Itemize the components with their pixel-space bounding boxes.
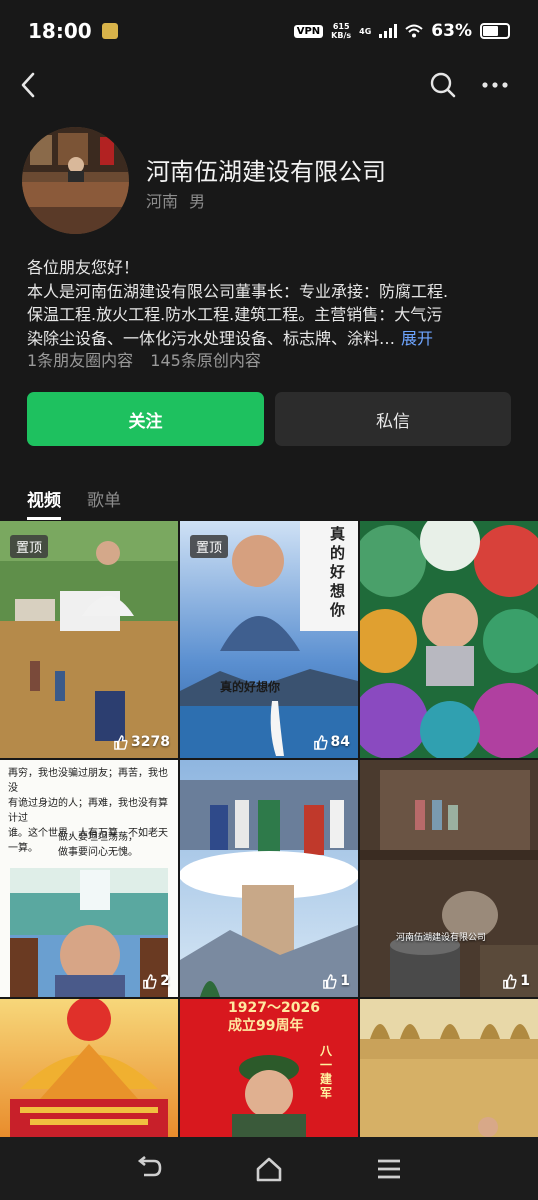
like-count: 1 — [322, 973, 350, 989]
pinned-badge: 置顶 — [190, 535, 229, 558]
video-image — [360, 999, 538, 1141]
like-icon — [503, 973, 517, 989]
video-thumbnail[interactable]: 河南伍湖建设有限公司 1 — [360, 760, 538, 997]
profile-name: 河南伍湖建设有限公司 — [146, 158, 386, 186]
slogan-text: 八一建军 — [320, 1044, 333, 1100]
home-icon[interactable] — [255, 1156, 283, 1182]
video-image — [180, 760, 358, 997]
video-thumbnail[interactable] — [0, 999, 178, 1141]
original-count: 145条原创内容 — [150, 351, 261, 370]
video-image — [360, 521, 538, 758]
bio-line: 保温工程.放火工程.防水工程.建筑工程。主营销售：大气污 — [27, 305, 443, 324]
back-icon[interactable] — [14, 68, 44, 102]
system-nav-bar — [0, 1137, 538, 1200]
profile-gender: 男 — [189, 192, 206, 211]
like-count-value: 1 — [520, 973, 530, 989]
back-nav-icon[interactable] — [136, 1156, 164, 1182]
motto-line: 做人要坦坦荡荡， — [58, 832, 138, 843]
signal-icon — [379, 24, 398, 38]
profile-stats: 1条朋友圈内容 145条原创内容 — [27, 347, 261, 371]
vpn-badge: VPN — [293, 24, 324, 38]
video-image — [360, 760, 538, 997]
status-bar: 18:00 VPN 615 KB/s 4G 63% — [0, 0, 538, 62]
quote-line: 再穷，我也没骗过朋友；再苦，我也没 — [8, 768, 168, 794]
motto-line: 做事要问心无愧。 — [58, 847, 138, 858]
top-nav — [0, 62, 538, 108]
video-caption: 真的好想你 — [330, 525, 346, 619]
like-icon — [313, 734, 328, 750]
tab-playlists[interactable]: 歌单 — [87, 486, 121, 520]
content-tabs: 视频 歌单 — [27, 486, 121, 520]
motto-text: 做人要坦坦荡荡， 做事要问心无愧。 — [58, 830, 138, 860]
quote-line: 有诡过身边的人；再难，我也没有算计过 — [8, 798, 168, 824]
video-thumbnail[interactable] — [360, 999, 538, 1141]
like-count-value: 3278 — [131, 734, 170, 750]
message-button[interactable]: 私信 — [275, 392, 511, 446]
like-count-value: 1 — [340, 973, 350, 989]
battery-percent: 63% — [431, 21, 472, 41]
video-thumbnail[interactable]: 真的好想你 真的好想你 置顶 84 — [180, 521, 358, 758]
video-grid: 置顶 3278 真的好想你 真的好想你 置顶 84 再穷，我也没骗过朋友；再苦，… — [0, 521, 538, 1141]
pinned-badge: 置顶 — [10, 535, 49, 558]
like-count: 1 — [502, 973, 530, 989]
like-icon — [323, 973, 337, 989]
avatar[interactable] — [22, 127, 129, 234]
network-type: 4G — [359, 26, 372, 36]
notification-app-icon — [101, 23, 118, 39]
bio-line: 染除尘设备、一体化污水处理设备、标志牌、涂料… — [27, 328, 396, 348]
more-icon[interactable] — [480, 70, 510, 100]
like-icon — [143, 973, 157, 989]
like-count: 84 — [313, 734, 350, 750]
like-count-value: 2 — [160, 973, 170, 989]
like-count: 2 — [142, 973, 170, 989]
profile-bio: 各位朋友您好！ 本人是河南伍湖建设有限公司董事长：专业承接：防腐工程. 保温工程… — [27, 256, 517, 350]
network-speed: 615 KB/s — [331, 22, 351, 40]
speed-unit: KB/s — [331, 31, 352, 40]
expand-link[interactable]: 展开 — [401, 329, 433, 348]
like-count-value: 84 — [330, 734, 350, 750]
bio-line: 各位朋友您好！ — [27, 258, 140, 277]
tab-videos[interactable]: 视频 — [27, 486, 61, 520]
profile-region: 河南 — [146, 192, 179, 211]
follow-button[interactable]: 关注 — [27, 392, 264, 446]
video-thumbnail[interactable]: 再穷，我也没骗过朋友；再苦，我也没 有诡过身边的人；再难，我也没有算计过 谁。这… — [0, 760, 178, 997]
video-image — [0, 999, 178, 1141]
bio-line: 本人是河南伍湖建设有限公司董事长：专业承接：防腐工程. — [27, 281, 449, 301]
speed-value: 615 — [332, 22, 350, 31]
video-watermark: 河南伍湖建设有限公司 — [396, 933, 487, 943]
video-caption: 真的好想你 — [220, 680, 281, 694]
video-thumbnail[interactable]: 置顶 3278 — [0, 521, 178, 758]
search-icon[interactable] — [428, 70, 458, 100]
menu-icon[interactable] — [375, 1156, 403, 1182]
like-icon — [114, 734, 128, 750]
anniversary-title: 成立99周年 — [228, 1018, 304, 1034]
battery-icon — [480, 23, 510, 39]
video-thumbnail[interactable] — [360, 521, 538, 758]
moments-count[interactable]: 1条朋友圈内容 — [27, 351, 133, 370]
video-thumbnail[interactable]: 1 — [180, 760, 358, 997]
like-count: 3278 — [113, 734, 170, 750]
video-thumbnail[interactable]: 1927～2026 成立99周年 八一建军 — [180, 999, 358, 1141]
profile-meta: 河南 男 — [146, 188, 205, 212]
status-time: 18:00 — [28, 19, 92, 43]
wifi-icon — [405, 24, 423, 38]
